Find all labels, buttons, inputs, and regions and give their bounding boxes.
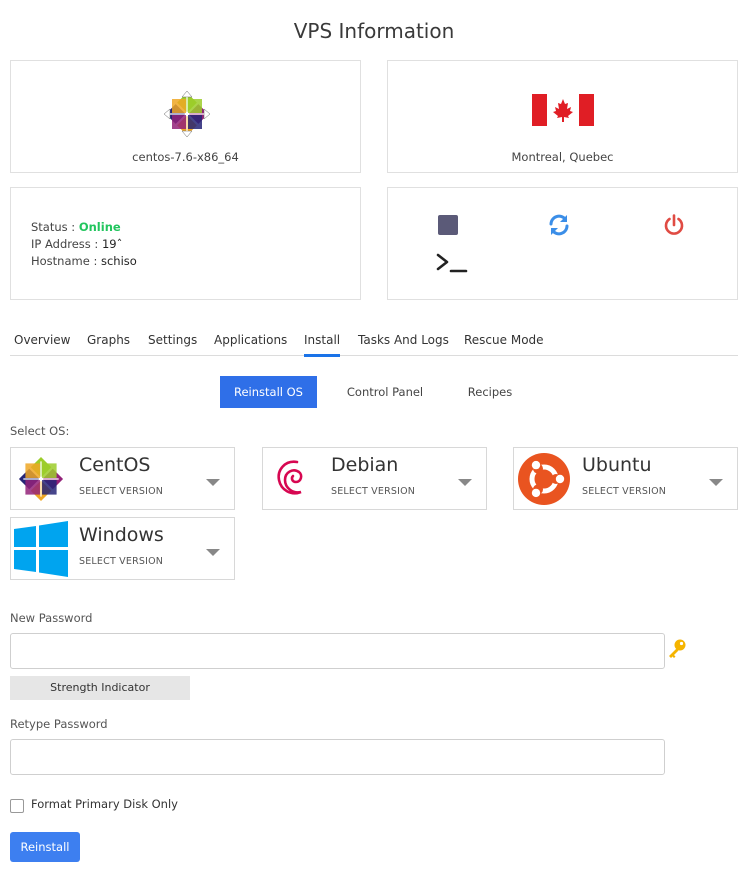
status-line: Status : Online bbox=[31, 219, 137, 236]
tab-install[interactable]: Install bbox=[304, 333, 341, 357]
os-image-name: centos-7.6-x86_64 bbox=[132, 150, 239, 164]
new-password-label: New Password bbox=[10, 611, 93, 625]
os-option-debian[interactable]: Debian SELECT VERSION bbox=[262, 447, 487, 510]
stop-icon[interactable] bbox=[437, 214, 459, 236]
chevron-down-icon[interactable] bbox=[458, 479, 472, 486]
vps-controls-card bbox=[387, 187, 738, 300]
status-badge: Online bbox=[78, 220, 121, 234]
reinstall-button[interactable]: Reinstall bbox=[10, 832, 80, 862]
os-option-name: Debian bbox=[331, 454, 399, 476]
chevron-down-icon[interactable] bbox=[206, 549, 220, 556]
subtab-control-panel[interactable]: Control Panel bbox=[335, 376, 435, 408]
format-primary-disk-checkbox[interactable] bbox=[10, 799, 24, 813]
tab-graphs[interactable]: Graphs bbox=[87, 333, 130, 347]
ip-value: 19ˆ bbox=[101, 237, 123, 251]
ubuntu-icon bbox=[518, 453, 570, 505]
vps-info-card: Status : Online IP Address : 19ˆ Hostnam… bbox=[10, 187, 361, 300]
chevron-down-icon[interactable] bbox=[709, 479, 723, 486]
chevron-down-icon[interactable] bbox=[206, 479, 220, 486]
retype-password-label: Retype Password bbox=[10, 717, 108, 731]
location-card: Montreal, Quebec bbox=[387, 60, 738, 173]
os-version-select[interactable]: SELECT VERSION bbox=[331, 486, 415, 497]
os-option-windows[interactable]: Windows SELECT VERSION bbox=[10, 517, 235, 580]
new-password-input[interactable] bbox=[10, 633, 665, 669]
tab-tasks-and-logs[interactable]: Tasks And Logs bbox=[358, 333, 449, 347]
os-version-select[interactable]: SELECT VERSION bbox=[582, 486, 666, 497]
tab-rescue-mode[interactable]: Rescue Mode bbox=[464, 333, 544, 347]
location-name: Montreal, Quebec bbox=[511, 150, 614, 164]
hostname-line: Hostname : schiso bbox=[31, 253, 137, 270]
subtab-reinstall-os[interactable]: Reinstall OS bbox=[220, 376, 317, 408]
password-strength-indicator: Strength Indicator bbox=[10, 676, 190, 700]
windows-icon bbox=[14, 521, 68, 577]
os-option-centos[interactable]: CentOS SELECT VERSION bbox=[10, 447, 235, 510]
key-icon[interactable] bbox=[666, 638, 688, 660]
os-version-select[interactable]: SELECT VERSION bbox=[79, 556, 163, 567]
restart-icon[interactable] bbox=[547, 213, 571, 237]
os-option-name: Ubuntu bbox=[582, 454, 652, 476]
canada-flag-icon bbox=[532, 94, 594, 126]
tab-bar: Overview Graphs Settings Applications In… bbox=[10, 330, 738, 357]
ip-label: IP Address : bbox=[31, 237, 102, 251]
retype-password-input[interactable] bbox=[10, 739, 665, 775]
hostname-label: Hostname : bbox=[31, 254, 101, 268]
os-option-name: CentOS bbox=[79, 454, 151, 476]
tab-settings[interactable]: Settings bbox=[148, 333, 197, 347]
format-primary-disk-label: Format Primary Disk Only bbox=[31, 797, 178, 811]
hostname-value: schiso bbox=[100, 254, 137, 268]
subtab-recipes[interactable]: Recipes bbox=[452, 376, 528, 408]
page-title: VPS Information bbox=[293, 19, 455, 43]
ip-line: IP Address : 19ˆ bbox=[31, 236, 137, 253]
power-icon[interactable] bbox=[662, 213, 686, 237]
os-option-ubuntu[interactable]: Ubuntu SELECT VERSION bbox=[513, 447, 738, 510]
os-option-name: Windows bbox=[79, 524, 164, 546]
tab-applications[interactable]: Applications bbox=[214, 333, 287, 347]
centos-logo-icon bbox=[163, 90, 211, 138]
console-icon[interactable] bbox=[436, 252, 468, 274]
debian-icon bbox=[277, 460, 303, 495]
centos-icon bbox=[18, 456, 64, 502]
os-version-select[interactable]: SELECT VERSION bbox=[79, 486, 163, 497]
status-label: Status : bbox=[31, 220, 79, 234]
tab-overview[interactable]: Overview bbox=[14, 333, 71, 347]
select-os-label: Select OS: bbox=[10, 424, 70, 438]
os-image-card: centos-7.6-x86_64 bbox=[10, 60, 361, 173]
